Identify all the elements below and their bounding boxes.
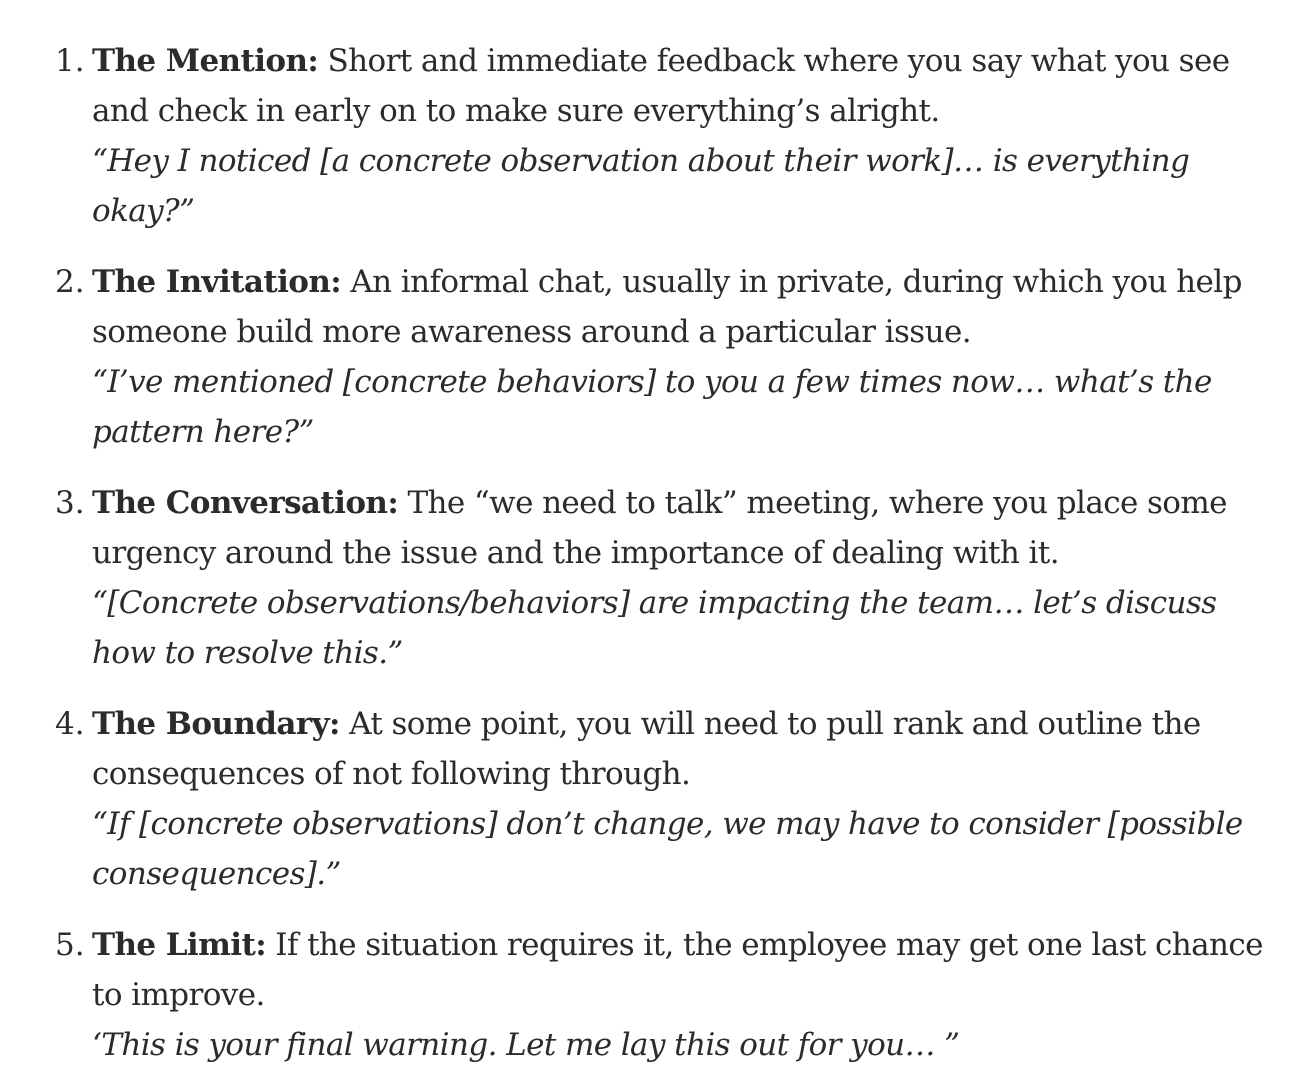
item-term: The Conversation: xyxy=(92,485,399,521)
list-item-mention: 1. The Mention: Short and immediate feed… xyxy=(0,36,1298,236)
item-quote: “Hey I noticed [a concrete observation a… xyxy=(92,143,1190,229)
list-item-boundary: 4. The Boundary: At some point, you will… xyxy=(0,699,1298,899)
item-quote: ‘This is your final warning. Let me lay … xyxy=(92,1027,960,1063)
item-quote: “[Concrete observations/behaviors] are i… xyxy=(92,585,1217,671)
item-quote: “If [concrete observations] don’t change… xyxy=(92,806,1243,892)
list-number: 1. xyxy=(55,43,85,79)
item-text: The Boundary: At some point, you will ne… xyxy=(92,699,1268,799)
item-text: The Limit: If the situation requires it,… xyxy=(92,920,1268,1020)
list-item-limit: 5. The Limit: If the situation requires … xyxy=(0,920,1298,1070)
list-item-conversation: 3. The Conversation: The “we need to tal… xyxy=(0,478,1298,678)
list-number: 2. xyxy=(55,264,85,300)
item-text: The Invitation: An informal chat, usuall… xyxy=(92,257,1268,357)
list-number: 5. xyxy=(55,927,85,963)
list-number: 3. xyxy=(55,485,85,521)
list-number: 4. xyxy=(55,706,85,742)
item-description: If the situation requires it, the employ… xyxy=(92,927,1264,1013)
item-quote: “I’ve mentioned [concrete behaviors] to … xyxy=(92,364,1212,450)
item-term: The Invitation: xyxy=(92,264,342,300)
item-term: The Boundary: xyxy=(92,706,340,742)
item-text: The Conversation: The “we need to talk” … xyxy=(92,478,1268,578)
feedback-levels-list: 1. The Mention: Short and immediate feed… xyxy=(0,36,1298,1091)
list-item-invitation: 2. The Invitation: An informal chat, usu… xyxy=(0,257,1298,457)
item-text: The Mention: Short and immediate feedbac… xyxy=(92,36,1268,136)
item-term: The Mention: xyxy=(92,43,319,79)
item-term: The Limit: xyxy=(92,927,267,963)
